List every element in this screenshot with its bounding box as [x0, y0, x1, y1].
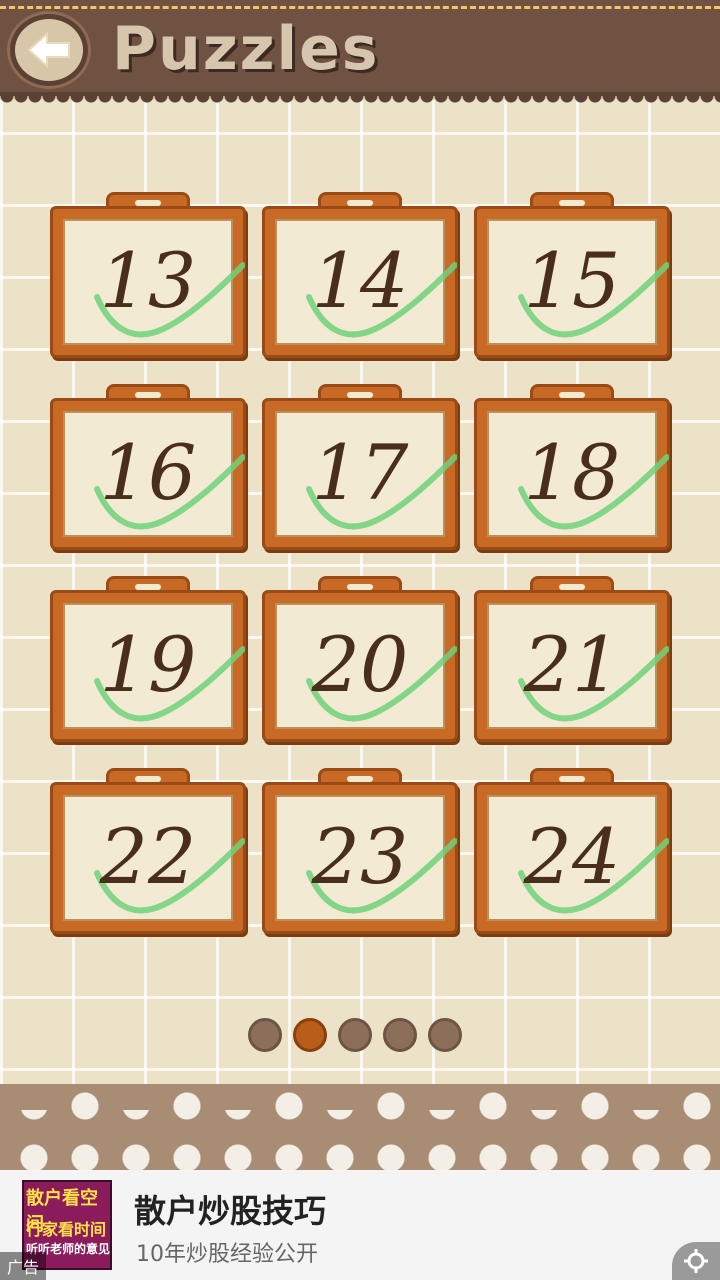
- puzzle-number: 14: [311, 236, 409, 325]
- card-frame: 24: [474, 782, 670, 934]
- card-frame: 22: [50, 782, 246, 934]
- ad-subline: 10年炒股经验公开: [136, 1242, 318, 1267]
- ad-headline: 散户炒股技巧: [134, 1192, 327, 1230]
- card-frame: 21: [474, 590, 670, 742]
- card-board: 17: [275, 411, 457, 537]
- back-button[interactable]: [10, 14, 88, 86]
- ad-settings-button[interactable]: [672, 1242, 720, 1280]
- card-frame: 15: [474, 206, 670, 358]
- puzzle-number: 15: [523, 236, 621, 325]
- puzzle-number: 18: [523, 428, 621, 517]
- card-board: 20: [275, 603, 457, 729]
- page-dot[interactable]: [293, 1018, 327, 1052]
- puzzle-number: 13: [99, 236, 197, 325]
- puzzle-card[interactable]: 15: [474, 192, 670, 360]
- card-board: 18: [487, 411, 669, 537]
- page-dot[interactable]: [383, 1018, 417, 1052]
- puzzle-card[interactable]: 22: [50, 768, 246, 936]
- puzzle-number: 22: [99, 812, 197, 901]
- puzzle-card[interactable]: 20: [262, 576, 458, 744]
- card-board: 19: [63, 603, 245, 729]
- card-board: 21: [487, 603, 669, 729]
- puzzle-number: 17: [311, 428, 409, 517]
- header-bar: Puzzles: [0, 0, 720, 110]
- puzzle-number: 21: [523, 620, 621, 709]
- puzzle-number: 16: [99, 428, 197, 517]
- card-board: 23: [275, 795, 457, 921]
- card-frame: 19: [50, 590, 246, 742]
- header-stitching: [0, 6, 720, 9]
- card-frame: 14: [262, 206, 458, 358]
- card-board: 24: [487, 795, 669, 921]
- card-board: 14: [275, 219, 457, 345]
- page-dot[interactable]: [338, 1018, 372, 1052]
- card-frame: 13: [50, 206, 246, 358]
- page-dot[interactable]: [428, 1018, 462, 1052]
- puzzle-number: 23: [311, 812, 409, 901]
- puzzle-number: 20: [311, 620, 409, 709]
- puzzle-card[interactable]: 13: [50, 192, 246, 360]
- card-frame: 18: [474, 398, 670, 550]
- puzzle-number: 24: [523, 812, 621, 901]
- ad-tag: 广告: [0, 1252, 46, 1280]
- card-board: 16: [63, 411, 245, 537]
- card-frame: 23: [262, 782, 458, 934]
- puzzle-card[interactable]: 18: [474, 384, 670, 552]
- ad-banner[interactable]: 散户看空间 行家看时间 听听老师的意见 散户炒股技巧 10年炒股经验公开 广告: [0, 1170, 720, 1280]
- ad-thumb-line2: 行家看时间: [26, 1220, 107, 1239]
- card-board: 15: [487, 219, 669, 345]
- header-scallop-edge: [0, 96, 720, 110]
- puzzle-number: 19: [99, 620, 197, 709]
- puzzle-card[interactable]: 19: [50, 576, 246, 744]
- puzzle-card[interactable]: 16: [50, 384, 246, 552]
- page-indicator: [248, 1018, 462, 1052]
- puzzle-card[interactable]: 14: [262, 192, 458, 360]
- card-frame: 17: [262, 398, 458, 550]
- puzzle-card[interactable]: 23: [262, 768, 458, 936]
- puzzle-card[interactable]: 24: [474, 768, 670, 936]
- ad-settings-icon: [684, 1249, 708, 1273]
- card-frame: 16: [50, 398, 246, 550]
- back-arrow-icon: [27, 31, 70, 69]
- page-dot[interactable]: [248, 1018, 282, 1052]
- puzzle-card[interactable]: 17: [262, 384, 458, 552]
- card-board: 22: [63, 795, 245, 921]
- puzzle-card[interactable]: 21: [474, 576, 670, 744]
- fabric-footer: [0, 1084, 720, 1170]
- page-title: Puzzles: [112, 14, 380, 84]
- card-board: 13: [63, 219, 245, 345]
- card-frame: 20: [262, 590, 458, 742]
